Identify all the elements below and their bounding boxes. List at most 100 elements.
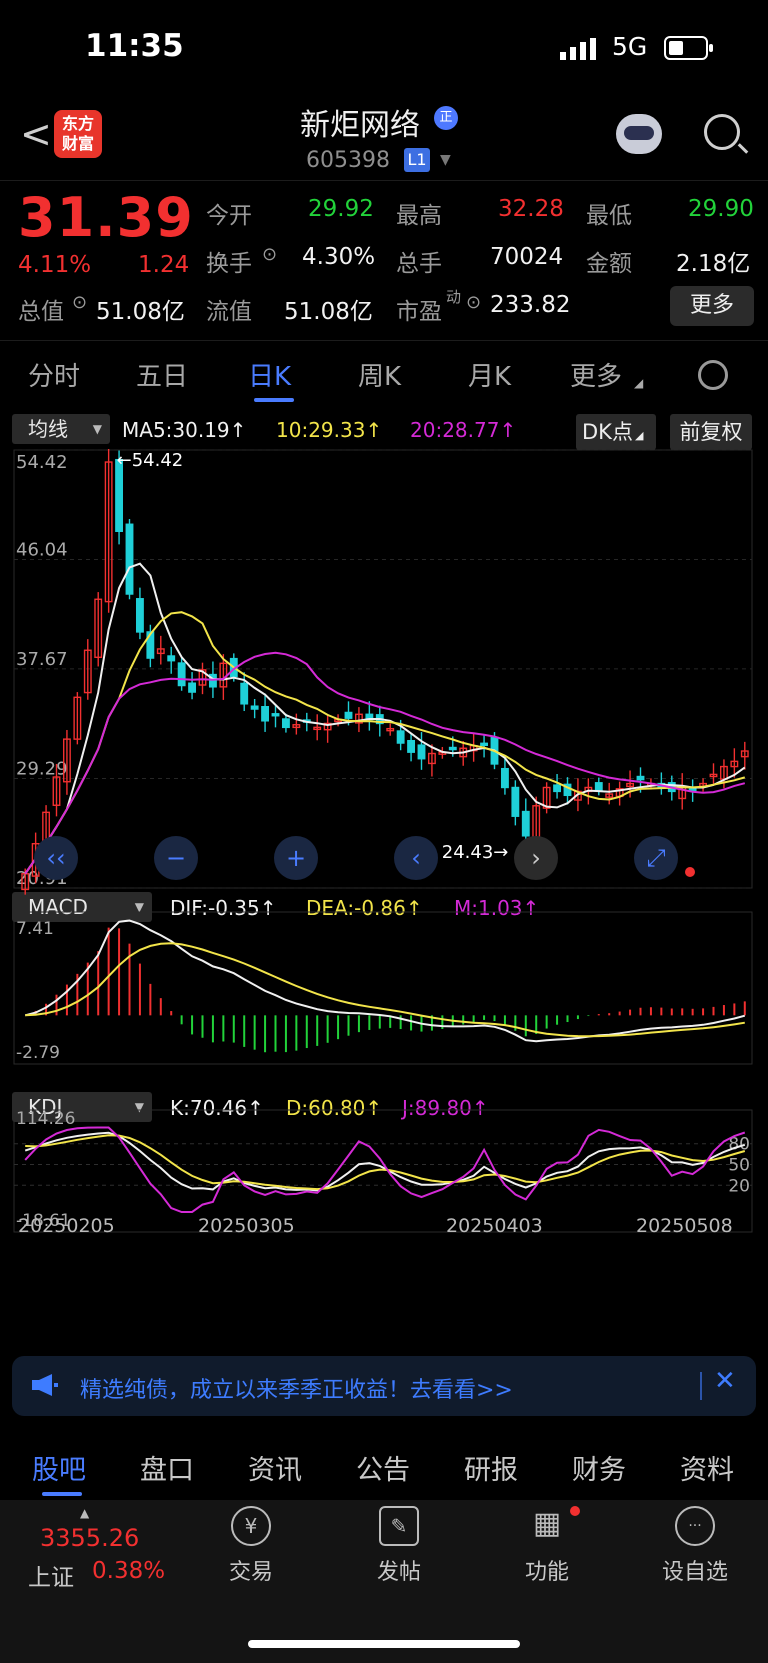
- high-marker: ←54.42: [117, 450, 184, 471]
- chevron-down-icon[interactable]: ▼: [440, 152, 451, 168]
- tab-order-book[interactable]: 盘口: [140, 1448, 194, 1487]
- date-label: 20250305: [198, 1215, 295, 1237]
- info-icon[interactable]: ⊙: [466, 292, 481, 313]
- info-icon[interactable]: ⊙: [262, 244, 277, 265]
- divider: [0, 340, 768, 341]
- turnover-value: 4.30%: [302, 244, 376, 270]
- candle: [407, 739, 416, 753]
- expand-icon-glyph: ⤢: [646, 844, 665, 872]
- macd-axis-label: -2.79: [16, 1043, 60, 1063]
- index-value[interactable]: 3355.26: [40, 1524, 139, 1552]
- network-type: 5G: [612, 32, 648, 61]
- ad-text[interactable]: 精选纯债，成立以来季季正收益！去看看>>: [80, 1372, 513, 1404]
- kdj-level-label: 50: [728, 1155, 750, 1175]
- candle: [417, 744, 426, 760]
- close-icon[interactable]: ✕: [714, 1366, 736, 1396]
- divider: [700, 1372, 702, 1400]
- date-label: 20250403: [446, 1215, 543, 1237]
- robot-assistant-icon[interactable]: [616, 114, 662, 154]
- market-cap-label: 总值: [18, 299, 64, 325]
- functions-button[interactable]: ▦ 功能: [502, 1506, 592, 1586]
- notification-dot: [570, 1506, 580, 1516]
- yen-icon: ¥: [231, 1506, 271, 1546]
- tab-five-day[interactable]: 五日: [136, 356, 188, 393]
- ma20-line: [24, 651, 746, 875]
- edit-icon: ✎: [379, 1506, 419, 1546]
- tab-intraday[interactable]: 分时: [28, 356, 80, 393]
- turnover-label: 换手: [206, 251, 252, 277]
- price-axis-label: 54.42: [16, 452, 68, 473]
- open-label: 今开: [206, 203, 252, 229]
- trade-label: 交易: [228, 1560, 273, 1585]
- logo-text-1: 东方: [61, 114, 94, 133]
- candle: [448, 746, 457, 751]
- candle: [688, 787, 697, 792]
- volume-label: 总手: [396, 251, 442, 277]
- tab-weekly-k[interactable]: 周K: [358, 356, 401, 393]
- ma-select-label: 均线: [28, 417, 68, 441]
- post-label: 发帖: [376, 1560, 421, 1585]
- trade-button[interactable]: ¥ 交易: [206, 1506, 296, 1586]
- price-axis-label: 46.04: [16, 540, 68, 561]
- tab-guba[interactable]: 股吧: [32, 1448, 86, 1487]
- status-time: 11:35: [85, 28, 184, 64]
- price-axis-label: 37.67: [16, 649, 68, 670]
- tab-financials[interactable]: 财务: [572, 1448, 626, 1487]
- candle: [188, 682, 197, 693]
- tab-profile[interactable]: 资料: [680, 1448, 734, 1487]
- ma10-line: [24, 611, 746, 875]
- tab-monthly-k[interactable]: 月K: [468, 356, 511, 393]
- index-percent[interactable]: 0.38%: [92, 1558, 165, 1584]
- logo-text-2: 财富: [61, 134, 94, 153]
- volume-value: 70024: [490, 244, 564, 270]
- tab-news[interactable]: 资讯: [248, 1448, 302, 1487]
- candle: [271, 713, 280, 717]
- minus-icon-glyph: −: [166, 844, 186, 872]
- ma10-value: 10:29.33↑: [276, 418, 383, 442]
- tab-daily-k[interactable]: 日K: [248, 356, 291, 393]
- chevron-right-icon-glyph: ›: [531, 844, 541, 872]
- amount-label: 金额: [586, 251, 632, 277]
- low-marker: 24.43→: [442, 842, 509, 863]
- pe-superscript: 动: [446, 288, 462, 306]
- candle: [594, 782, 603, 791]
- kdj-axis-label: 114.26: [16, 1109, 75, 1129]
- dif-line: [24, 919, 746, 1043]
- more-button[interactable]: 更多: [670, 286, 754, 326]
- market-cap-value: 51.08亿: [96, 299, 185, 325]
- open-value: 29.92: [308, 196, 374, 222]
- back-icon[interactable]: <: [20, 112, 52, 156]
- index-name[interactable]: 上证: [28, 1558, 74, 1592]
- price-axis-label: 29.29: [16, 758, 68, 779]
- panel-frame: [13, 911, 753, 1065]
- info-icon[interactable]: ⊙: [72, 292, 87, 313]
- candle: [636, 775, 645, 781]
- plus-icon-glyph: +: [286, 844, 306, 872]
- candle: [177, 662, 186, 687]
- more-icon: ···: [675, 1506, 715, 1546]
- search-icon[interactable]: [704, 114, 749, 154]
- tab-research[interactable]: 研报: [464, 1448, 518, 1487]
- dea-line: [25, 942, 745, 1038]
- add-watchlist-button[interactable]: ··· 设自选: [650, 1506, 740, 1586]
- macd-axis-label: 7.41: [16, 919, 54, 939]
- gear-icon[interactable]: [698, 360, 728, 390]
- date-label: 20250205: [18, 1215, 115, 1237]
- tab-more[interactable]: 更多: [570, 356, 622, 393]
- change-percent: 4.11%: [18, 252, 92, 278]
- stock-name: 新炬网络: [300, 108, 420, 143]
- kline-chart[interactable]: 54.4246.0437.6729.2920.91←54.4224.43→‹‹ −…: [0, 440, 768, 1320]
- tab-announcements[interactable]: 公告: [356, 1448, 410, 1487]
- home-indicator[interactable]: [248, 1640, 520, 1648]
- kdj-level-label: 20: [728, 1176, 750, 1196]
- current-price: 31.39: [18, 186, 194, 249]
- caret-icon: ◢: [634, 376, 644, 390]
- ma5-line: [24, 562, 746, 875]
- post-button[interactable]: ✎ 发帖: [354, 1506, 444, 1586]
- level-badge[interactable]: L1: [404, 148, 430, 172]
- battery-icon: [664, 36, 713, 60]
- candle: [135, 598, 144, 633]
- ma20-value: 20:28.77↑: [410, 418, 517, 442]
- pe-label: 市盈: [396, 299, 442, 325]
- candle: [500, 767, 509, 789]
